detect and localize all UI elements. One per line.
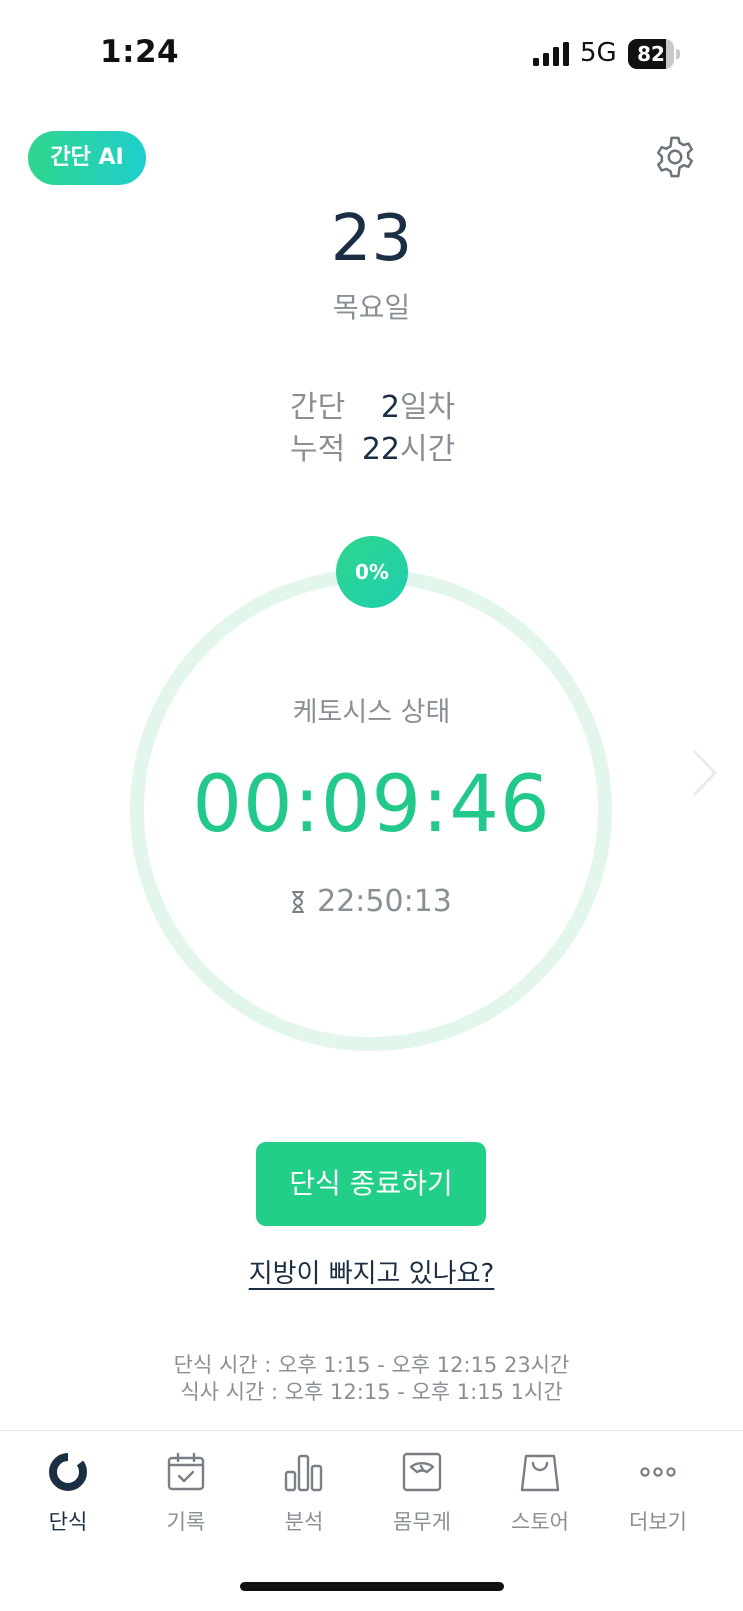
status-time: 1:24 [100, 34, 180, 70]
battery-cap [676, 49, 680, 59]
progress-percent-badge: 0% [336, 536, 408, 608]
home-indicator [240, 1582, 504, 1591]
fasting-schedule: 단식 시간 : 오후 1:15 - 오후 12:15 23시간 [173, 1353, 570, 1377]
tab-weight[interactable]: 몸무게 [372, 1450, 472, 1540]
tab-label: 몸무게 [393, 1510, 451, 1534]
schedule-info: 단식 시간 : 오후 1:15 - 오후 12:15 23시간 식사 시간 : … [0, 1352, 743, 1406]
cellular-signal-icon [533, 42, 569, 66]
ketosis-state-label: 케토시스 상태 [292, 697, 451, 728]
elapsed-time: 00:09:46 [192, 760, 551, 850]
scale-icon [402, 1452, 442, 1492]
stat-unit: 시간 [400, 432, 456, 467]
eating-schedule: 식사 시간 : 오후 12:15 - 오후 1:15 1시간 [180, 1380, 563, 1404]
tab-label: 기록 [166, 1510, 206, 1534]
tab-more[interactable]: 더보기 [608, 1450, 708, 1540]
tab-label: 분석 [284, 1510, 324, 1534]
remaining-time: 22:50:13 [317, 884, 452, 919]
stat-label: 누적 [290, 432, 346, 467]
tab-label: 더보기 [629, 1510, 687, 1534]
date-weekday: 목요일 [332, 291, 411, 324]
gear-icon[interactable] [652, 134, 698, 180]
fat-burning-link[interactable]: 지방이 빠지고 있나요? [0, 1253, 743, 1290]
fasting-ring-icon [49, 1452, 87, 1491]
battery-indicator: 82 [628, 39, 682, 69]
stat-row-total: 누적 22 시간 [290, 424, 480, 467]
tab-records[interactable]: 기록 [136, 1450, 236, 1540]
date-day: 23 [330, 202, 413, 276]
more-dots-icon [640, 1467, 676, 1477]
stat-row-day: 간단 2 일차 [290, 382, 480, 425]
chevron-right-icon[interactable] [690, 748, 720, 798]
ai-badge-button[interactable]: 간단 AI [28, 131, 146, 185]
remaining-time-row: 22:50:13 [0, 884, 743, 919]
network-type: 5G [580, 38, 617, 68]
tab-label: 스토어 [511, 1510, 569, 1534]
battery-percent: 82 [637, 42, 665, 66]
fasting-stats: 간단 2 일차 누적 22 시간 [290, 382, 480, 467]
tab-analysis[interactable]: 분석 [254, 1450, 354, 1540]
shopping-bag-icon [520, 1454, 560, 1492]
stat-value: 22 [361, 432, 400, 467]
hourglass-icon [292, 890, 305, 913]
stat-value: 2 [380, 390, 400, 425]
tab-store[interactable]: 스토어 [490, 1450, 590, 1540]
tab-label: 단식 [48, 1510, 88, 1534]
bar-chart-icon [284, 1454, 323, 1492]
tab-bar-divider [0, 1430, 743, 1431]
tab-fasting[interactable]: 단식 [18, 1450, 118, 1540]
stat-label: 간단 [290, 390, 346, 425]
calendar-check-icon [167, 1452, 205, 1491]
stat-unit: 일차 [400, 390, 456, 425]
end-fast-button[interactable]: 단식 종료하기 [256, 1142, 486, 1226]
